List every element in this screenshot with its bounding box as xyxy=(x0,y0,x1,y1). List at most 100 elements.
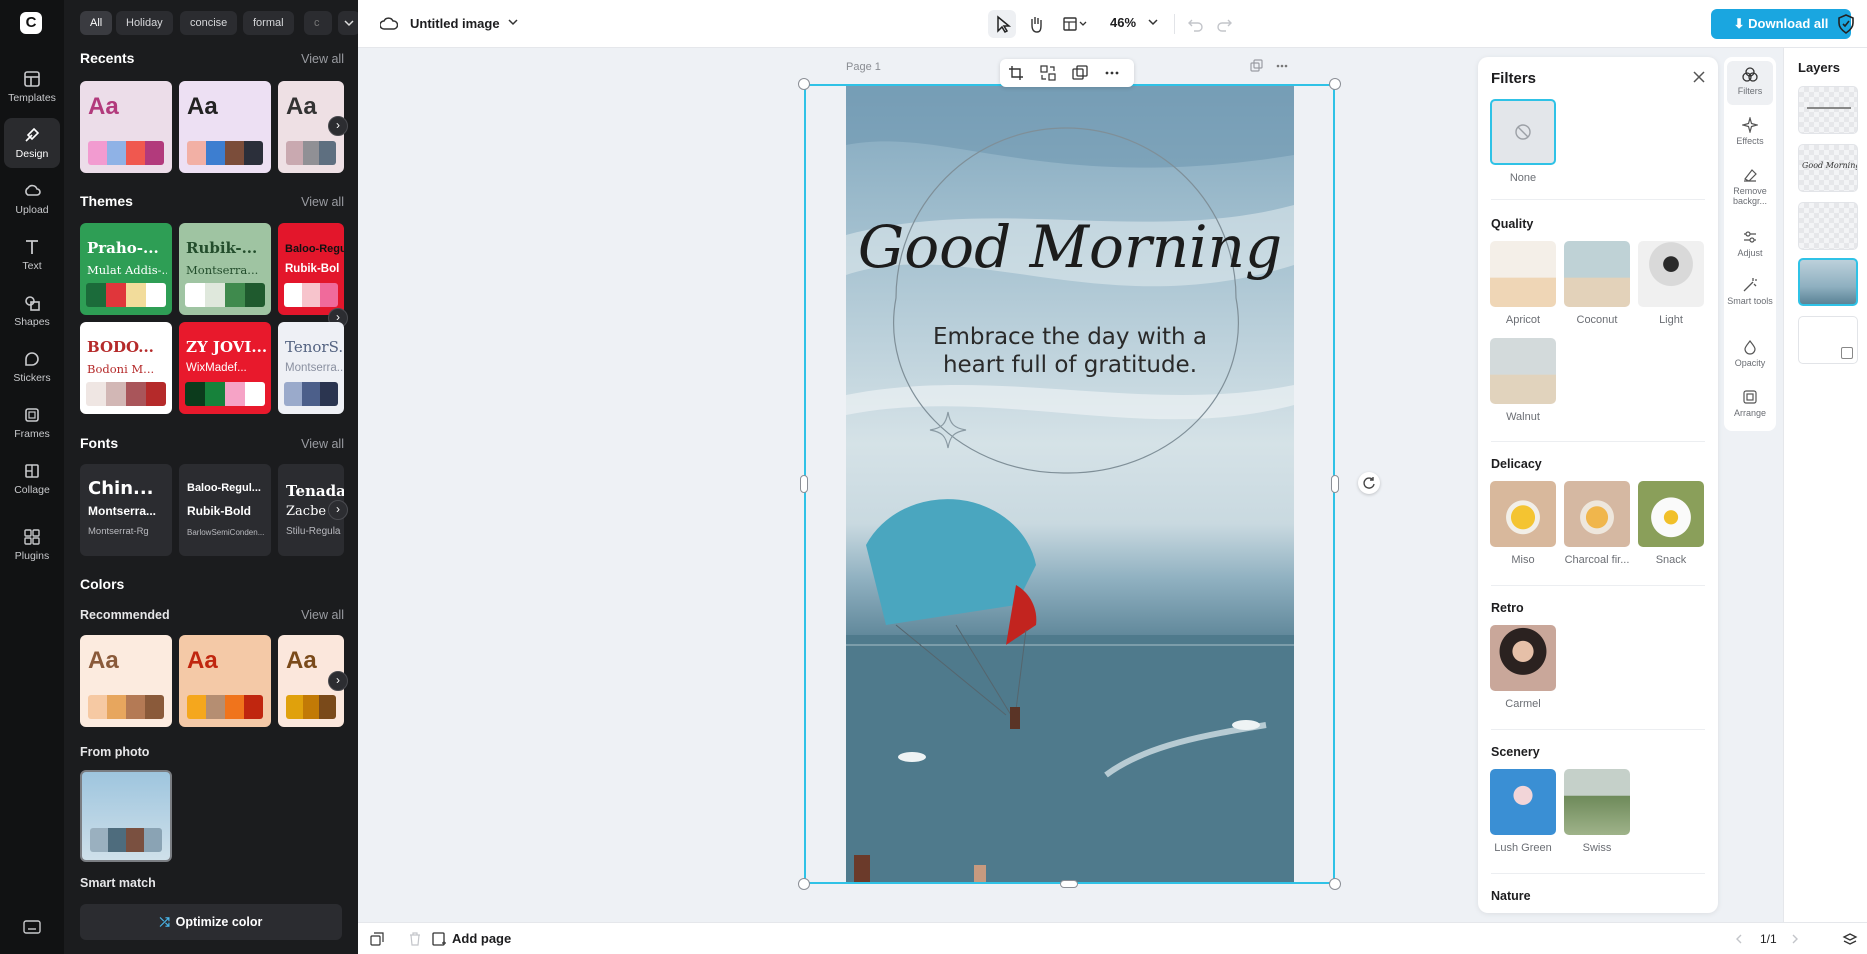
chip-all[interactable]: All xyxy=(80,11,113,35)
layer-shape[interactable] xyxy=(1798,202,1858,250)
filter-miso[interactable]: Miso xyxy=(1490,481,1556,566)
chip-concise[interactable]: concise xyxy=(180,11,238,35)
chevron-down-icon[interactable] xyxy=(1148,19,1158,27)
duplicate-page-icon[interactable] xyxy=(1250,59,1264,73)
undo-icon[interactable] xyxy=(1186,15,1204,33)
fonts-view-all[interactable]: View all xyxy=(301,437,344,451)
chevron-left-icon[interactable] xyxy=(1734,934,1744,944)
shield-check-icon[interactable] xyxy=(1836,13,1856,35)
theme-card-5[interactable]: ZY JOVI... WixMadef... xyxy=(179,322,271,414)
canvas-area[interactable]: Page 1 Good Morning Embrace the day with… xyxy=(358,48,1478,922)
trash-icon[interactable] xyxy=(408,932,422,946)
document-title[interactable]: Untitled image xyxy=(410,16,500,31)
chip-formal[interactable]: formal xyxy=(243,11,294,35)
resize-handle-top-left[interactable] xyxy=(798,78,810,90)
layer-background[interactable] xyxy=(1798,316,1858,364)
recents-next-button[interactable]: › xyxy=(328,116,348,136)
filter-apricot[interactable]: Apricot xyxy=(1490,241,1556,326)
colors-view-all[interactable]: View all xyxy=(301,608,344,622)
cloud-icon[interactable] xyxy=(380,16,398,30)
tool-filters[interactable]: Filters xyxy=(1727,61,1773,105)
duplicate-icon[interactable] xyxy=(370,932,384,946)
resize-handle-bottom-left[interactable] xyxy=(798,878,810,890)
tool-remove-background[interactable]: Remove backgr... xyxy=(1727,161,1773,206)
add-page-button[interactable]: Add page xyxy=(452,931,511,946)
replace-icon[interactable] xyxy=(1040,65,1056,81)
recent-card-1[interactable]: Aa xyxy=(80,81,172,173)
close-icon[interactable] xyxy=(1692,70,1706,84)
chevron-right-icon[interactable] xyxy=(1790,934,1800,944)
zoom-level[interactable]: 46% xyxy=(1110,15,1136,30)
nav-collage[interactable]: Collage xyxy=(4,454,60,504)
filter-snack[interactable]: Snack xyxy=(1638,481,1704,566)
select-tool-button[interactable] xyxy=(988,10,1016,38)
themes-view-all[interactable]: View all xyxy=(301,195,344,209)
from-photo-card[interactable] xyxy=(80,770,172,862)
crop-icon[interactable] xyxy=(1008,65,1024,81)
filter-lush-green[interactable]: Lush Green xyxy=(1490,769,1556,854)
resize-handle-bottom[interactable] xyxy=(1060,880,1078,888)
nav-design[interactable]: Design xyxy=(4,118,60,168)
layer-photo[interactable] xyxy=(1798,258,1858,306)
filter-walnut[interactable]: Walnut xyxy=(1490,338,1556,423)
nav-stickers[interactable]: Stickers xyxy=(4,342,60,392)
tool-adjust[interactable]: Adjust xyxy=(1727,223,1773,258)
more-icon[interactable] xyxy=(1104,65,1120,81)
app-logo[interactable]: C xyxy=(20,12,42,34)
theme-card-4[interactable]: BODO... Bodoni M... xyxy=(80,322,172,414)
theme-card-1[interactable]: Praho-... Mulat Addis-... xyxy=(80,223,172,315)
color-card-2[interactable]: Aa xyxy=(179,635,271,727)
theme-card-3[interactable]: Baloo-Regu Rubik-Bol xyxy=(278,223,344,315)
chevron-down-icon[interactable] xyxy=(508,19,518,27)
chip-more[interactable]: c xyxy=(304,11,332,35)
nav-templates[interactable]: Templates xyxy=(4,62,60,112)
filter-swiss[interactable]: Swiss xyxy=(1564,769,1630,854)
tool-effects[interactable]: Effects xyxy=(1727,111,1773,146)
copy-icon[interactable] xyxy=(1072,65,1088,81)
filter-light[interactable]: Light xyxy=(1638,241,1704,326)
filter-coconut[interactable]: Coconut xyxy=(1564,241,1630,326)
font-card-2[interactable]: Baloo-Regul... Rubik-Bold BarlowSemiCond… xyxy=(179,464,271,556)
hand-tool-button[interactable] xyxy=(1022,10,1050,38)
theme-card-2[interactable]: Rubik-... Montserra... xyxy=(179,223,271,315)
selection-box[interactable] xyxy=(804,84,1335,884)
layer-headline[interactable]: Good Morning xyxy=(1798,144,1858,192)
redo-icon[interactable] xyxy=(1216,15,1234,33)
chips-expand-button[interactable] xyxy=(338,11,358,35)
nav-frames[interactable]: Frames xyxy=(4,398,60,448)
filter-light-thumb xyxy=(1638,241,1704,307)
filter-charcoal[interactable]: Charcoal fir... xyxy=(1564,481,1630,566)
layout-menu-button[interactable] xyxy=(1058,10,1092,38)
resize-handle-right[interactable] xyxy=(1331,475,1339,493)
tool-filters-label: Filters xyxy=(1737,86,1763,96)
layer-tagline[interactable] xyxy=(1798,86,1858,134)
nav-shapes[interactable]: Shapes xyxy=(4,286,60,336)
filter-carmel[interactable]: Carmel xyxy=(1490,625,1556,710)
nav-upload[interactable]: Upload xyxy=(4,174,60,224)
more-icon[interactable] xyxy=(1275,59,1289,73)
rotate-button[interactable] xyxy=(1358,472,1380,494)
resize-handle-left[interactable] xyxy=(800,475,808,493)
resize-handle-top-right[interactable] xyxy=(1329,78,1341,90)
add-page-icon[interactable] xyxy=(432,932,448,946)
tool-arrange[interactable]: Arrange xyxy=(1727,383,1773,418)
nav-plugins[interactable]: Plugins xyxy=(4,520,60,570)
tool-opacity[interactable]: Opacity xyxy=(1727,333,1773,368)
recents-view-all[interactable]: View all xyxy=(301,52,344,66)
recent-card-2[interactable]: Aa xyxy=(179,81,271,173)
optimize-color-button[interactable]: ⤮ Optimize color xyxy=(80,904,342,940)
nav-text[interactable]: Text xyxy=(4,230,60,280)
download-all-button[interactable]: ⬇ Download all xyxy=(1711,9,1851,39)
color-card-1[interactable]: Aa xyxy=(80,635,172,727)
filter-none[interactable]: None xyxy=(1490,99,1556,184)
filter-apricot-thumb xyxy=(1490,241,1556,307)
keyboard-icon[interactable] xyxy=(23,920,41,937)
resize-handle-bottom-right[interactable] xyxy=(1329,878,1341,890)
font-card-1[interactable]: Chin... Montserra... Montserrat-Rg xyxy=(80,464,172,556)
tool-smart-tools[interactable]: Smart tools xyxy=(1727,271,1773,306)
layers-toggle-icon[interactable] xyxy=(1842,931,1858,947)
colors-next-button[interactable]: › xyxy=(328,671,348,691)
theme-card-6[interactable]: TenorS... Montserra... xyxy=(278,322,344,414)
fonts-next-button[interactable]: › xyxy=(328,500,348,520)
chip-holiday[interactable]: Holiday xyxy=(116,11,173,35)
